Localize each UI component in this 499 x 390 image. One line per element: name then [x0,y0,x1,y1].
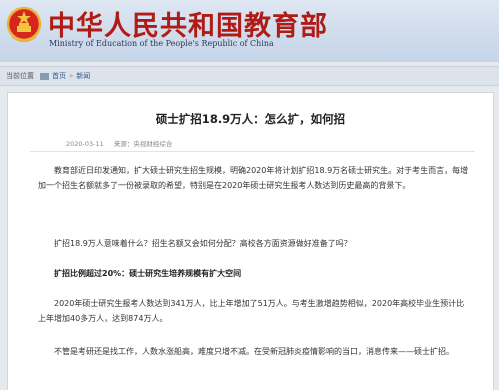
article-title: 硕士扩招18.9万人：怎么扩，如何招 [155,112,346,126]
breadcrumb-label: 当前位置 [6,72,34,80]
site-subtitle: Ministry of Education of the People's Re… [49,39,274,48]
article-subheading: 扩招比例超过20%：硕士研究生培养规模有扩大空间 [54,269,242,278]
breadcrumb-home-link[interactable]: 首页 [52,71,66,81]
article-container: 硕士扩招18.9万人：怎么扩，如何招 2020-03-11 来源：央视财经综合 … [7,92,494,390]
national-emblem-icon [6,6,42,43]
chevron-right-icon: » [69,72,74,80]
article-date: 2020-03-11 [66,140,104,148]
article-paragraph: 扩招18.9万人意味着什么？招生名额又会如何分配？高校各方面资源做好准备了吗？ [54,239,352,248]
title-divider [30,151,475,152]
article-paragraph: 教育部近日印发通知，扩大硕士研究生招生规模，明确2020年将计划扩招18.9万名… [38,166,469,190]
site-title: 中华人民共和国教育部 [48,11,328,42]
home-icon [40,72,49,80]
breadcrumb: 当前位置 首页 » 新闻 [0,66,499,86]
article-paragraph: 不管是考研还是找工作，人数水涨船高，难度只增不减。在受新冠肺炎疫情影响的当口，消… [54,347,454,356]
site-header: 中华人民共和国教育部 Ministry of Education of the … [0,0,499,62]
article-source: 来源：央视财经综合 [113,140,173,148]
article-meta: 2020-03-11 来源：央视财经综合 [66,138,180,148]
article-paragraph: 2020年硕士研究生报考人数达到341万人，比上年增加了51万人。与考生激增趋势… [38,299,465,323]
breadcrumb-news-link[interactable]: 新闻 [76,71,90,81]
